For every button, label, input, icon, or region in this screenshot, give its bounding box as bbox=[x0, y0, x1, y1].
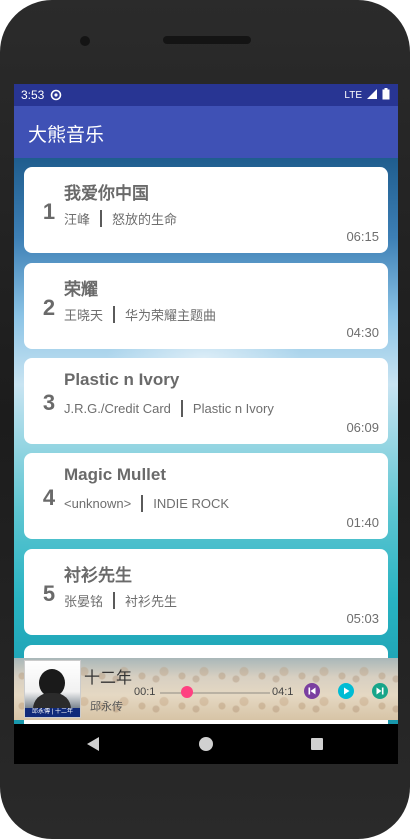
status-bar: 3:53 LTE bbox=[14, 84, 398, 106]
song-list[interactable]: 1 我爱你中国 汪峰 怒放的生命 06:15 2 荣耀 王晓天 华为荣耀主题曲 … bbox=[14, 158, 398, 724]
song-album: 华为荣耀主题曲 bbox=[125, 308, 217, 323]
song-album: 衬衫先生 bbox=[125, 594, 178, 609]
current-time: 00:1 bbox=[134, 686, 156, 698]
cover-text: 邱永傳 | 十二年 bbox=[25, 708, 80, 717]
song-artist: J.R.G./Credit Card bbox=[64, 401, 171, 416]
screen: 3:53 LTE 大熊音乐 1 我爱你中国 汪峰 怒放的生命 06:15 2 荣… bbox=[14, 84, 398, 764]
recents-icon[interactable] bbox=[311, 738, 323, 750]
meta-divider bbox=[113, 592, 116, 609]
meta-divider bbox=[113, 306, 116, 323]
song-duration: 06:09 bbox=[346, 420, 379, 435]
song-title: Magic Mullet bbox=[64, 465, 167, 484]
phone-frame: 3:53 LTE 大熊音乐 1 我爱你中国 汪峰 怒放的生命 06:15 2 荣… bbox=[0, 0, 410, 839]
song-index: 2 bbox=[42, 295, 56, 320]
song-title: 衬衫先生 bbox=[64, 566, 132, 585]
song-meta: J.R.G./Credit Card Plastic n Ivory bbox=[64, 400, 274, 417]
song-artist: <unknown> bbox=[64, 496, 132, 511]
song-meta: 张晏铭 衬衫先生 bbox=[64, 591, 177, 610]
song-album: 怒放的生命 bbox=[112, 212, 178, 227]
now-playing-bar[interactable]: 邱永傳 | 十二年 十二年 邱永传 00:1 04:1 bbox=[14, 658, 398, 720]
song-duration: 04:30 bbox=[346, 325, 379, 340]
song-index: 5 bbox=[42, 581, 56, 606]
network-type: LTE bbox=[344, 90, 362, 101]
song-duration: 06:15 bbox=[346, 229, 379, 244]
song-title: 我爱你中国 bbox=[64, 184, 149, 203]
now-playing-title: 十二年 bbox=[84, 670, 133, 687]
sync-icon bbox=[50, 89, 62, 101]
signal-icon bbox=[366, 88, 378, 103]
song-card-4[interactable]: 4 Magic Mullet <unknown> INDIE ROCK 01:4… bbox=[24, 453, 388, 539]
song-card-1[interactable]: 1 我爱你中国 汪峰 怒放的生命 06:15 bbox=[24, 167, 388, 253]
previous-icon bbox=[308, 687, 316, 695]
meta-divider bbox=[141, 495, 144, 512]
song-artist: 汪峰 bbox=[64, 212, 91, 227]
song-duration: 05:03 bbox=[346, 611, 379, 626]
song-artist: 张晏铭 bbox=[64, 594, 104, 609]
meta-divider bbox=[100, 210, 103, 227]
song-album: Plastic n Ivory bbox=[192, 401, 274, 416]
status-right: LTE bbox=[344, 88, 390, 103]
next-icon bbox=[376, 687, 384, 695]
song-card-3[interactable]: 3 Plastic n Ivory J.R.G./Credit Card Pla… bbox=[24, 358, 388, 444]
back-icon[interactable] bbox=[86, 736, 100, 757]
song-title: 荣耀 bbox=[64, 280, 98, 299]
next-button[interactable] bbox=[372, 683, 388, 699]
seek-bar[interactable] bbox=[160, 692, 270, 694]
now-playing-artist: 邱永传 bbox=[90, 701, 123, 713]
song-duration: 01:40 bbox=[346, 515, 379, 530]
meta-divider bbox=[180, 400, 183, 417]
app-bar: 大熊音乐 bbox=[14, 106, 398, 158]
earpiece-speaker bbox=[163, 36, 251, 44]
front-camera bbox=[80, 36, 90, 46]
song-meta: 汪峰 怒放的生命 bbox=[64, 209, 177, 228]
total-time: 04:1 bbox=[272, 686, 294, 698]
song-artist: 王晓天 bbox=[64, 308, 104, 323]
song-index: 4 bbox=[42, 485, 56, 510]
app-title: 大熊音乐 bbox=[28, 125, 105, 146]
song-card-2[interactable]: 2 荣耀 王晓天 华为荣耀主题曲 04:30 bbox=[24, 263, 388, 349]
seek-thumb[interactable] bbox=[181, 686, 193, 698]
battery-icon bbox=[382, 88, 390, 103]
play-button[interactable] bbox=[338, 683, 354, 699]
status-time: 3:53 bbox=[21, 88, 45, 102]
song-index: 3 bbox=[42, 390, 56, 415]
song-index: 1 bbox=[42, 199, 56, 224]
previous-button[interactable] bbox=[304, 683, 320, 699]
song-title: Plastic n Ivory bbox=[64, 370, 180, 389]
system-nav-bar bbox=[14, 724, 398, 764]
song-album: INDIE ROCK bbox=[153, 496, 230, 511]
play-icon bbox=[344, 687, 350, 695]
album-cover[interactable]: 邱永傳 | 十二年 bbox=[24, 660, 81, 718]
home-icon[interactable] bbox=[199, 737, 213, 751]
song-meta: <unknown> INDIE ROCK bbox=[64, 495, 229, 512]
song-card-5[interactable]: 5 衬衫先生 张晏铭 衬衫先生 05:03 bbox=[24, 549, 388, 635]
song-meta: 王晓天 华为荣耀主题曲 bbox=[64, 305, 216, 324]
